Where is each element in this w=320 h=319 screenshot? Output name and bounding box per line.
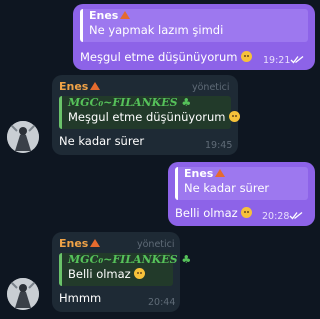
thinking-face-emoji-icon [241, 51, 253, 62]
sender-name: Enes [59, 237, 101, 250]
message-time: 20:28 [262, 211, 290, 222]
message-text: Meşgul etme düşünüyorum [80, 50, 253, 65]
double-check-icon [289, 211, 303, 220]
reply-quote-text: Ne kadar sürer [184, 181, 270, 195]
reply-quote-sender: Enes [184, 167, 308, 181]
message-text: Ne kadar sürer [59, 134, 145, 148]
reply-quote[interactable]: MGC₀~FILANKES ♣ Meşgul etme düşünüyorum [59, 96, 241, 129]
reply-quote[interactable]: Enes Ne kadar sürer [175, 167, 308, 200]
thinking-face-emoji-icon [241, 207, 253, 218]
message-time: 20:44 [148, 297, 176, 308]
reply-quote[interactable]: MGC₀~FILANKES ♣ Belli olmaz [59, 253, 192, 286]
reply-quote-text: Meşgul etme düşünüyorum [68, 110, 241, 125]
reply-quote-sender: MGC₀~FILANKES ♣ [68, 253, 192, 266]
thinking-face-emoji-icon [229, 111, 241, 122]
thinking-face-emoji-icon [134, 268, 146, 279]
crown-icon [90, 82, 101, 90]
message-text: Hmmm [59, 291, 102, 305]
admin-badge: yönetici [137, 239, 175, 250]
message-time: 19:21 [263, 55, 291, 66]
sender-avatar[interactable] [7, 121, 39, 153]
reply-quote[interactable]: Enes Ne yapmak lazım şimdi [80, 9, 308, 42]
message-time: 19:45 [205, 140, 233, 151]
sender-name: Enes [59, 80, 101, 93]
crown-icon [120, 11, 131, 19]
crown-icon [215, 169, 226, 177]
reply-quote-text: Ne yapmak lazım şimdi [89, 23, 224, 37]
double-check-icon [290, 55, 304, 64]
reply-quote-sender: MGC₀~FILANKES ♣ [68, 96, 192, 109]
message-text: Belli olmaz [175, 206, 253, 221]
reply-quote-text: Belli olmaz [68, 267, 173, 282]
crown-icon [90, 239, 101, 247]
sender-avatar[interactable] [7, 278, 39, 310]
admin-badge: yönetici [192, 82, 230, 93]
reply-quote-sender: Enes [89, 9, 308, 23]
